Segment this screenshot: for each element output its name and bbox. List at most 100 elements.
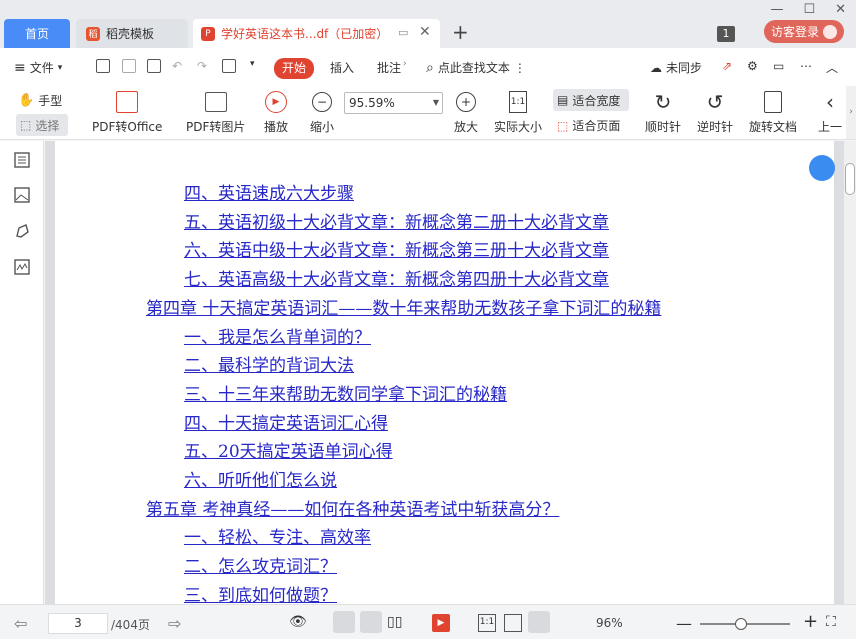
tab-document[interactable]: P 学好英语这本书...df（已加密） ▭ ✕ [193,19,440,48]
toc-section-link[interactable]: 二、怎么攻克词汇？ [184,552,337,577]
toc-section-link[interactable]: 七、英语高级十大必背文章：新概念第四册十大必背文章 [184,265,609,290]
floating-tool-button[interactable] [809,155,835,181]
login-label: 访客登录 [770,25,819,39]
select-tool[interactable]: ⬚ 选择 [16,114,68,136]
actual-size-icon: 1:1 [506,90,530,114]
play-button[interactable]: ▶ 播放 [264,90,288,135]
toc-section-link[interactable]: 一、我是怎么背单词的？ [184,323,371,348]
sync-status[interactable]: ☁ 未同步 [650,59,702,76]
ribbon-scroll-right-icon[interactable]: › [846,86,856,139]
tab-pin-icon[interactable]: ▭ [398,26,408,39]
toc-section-link[interactable]: 五、20天搞定英语单词心得 [184,437,393,462]
new-tab-button[interactable]: + [452,20,469,44]
toc-section-link[interactable]: 六、英语中级十大必背文章：新概念第三册十大必背文章 [184,236,609,261]
document-viewport[interactable]: 四、英语速成六大步骤五、英语初级十大必背文章：新概念第二册十大必背文章 六、英语中… [45,141,844,604]
thumbnail-icon[interactable] [13,186,31,204]
annotation-icon[interactable] [13,222,31,240]
fit-page-button[interactable]: ⬚ 适合页面 [557,117,620,134]
pdf-to-office-icon [115,90,139,114]
total-pages: /404页 [111,618,150,632]
undo-icon[interactable]: ↶ [172,59,182,73]
fit-width-label: 适合宽度 [572,93,621,108]
file-menu[interactable]: ≡ 文件 ▾ [14,59,62,76]
tab-close-icon[interactable]: ✕ [419,24,431,40]
pdf-file-icon: P [201,26,215,41]
gear-icon[interactable]: ⚙ [747,59,758,73]
toc-section-link[interactable]: 一、轻松、专注、高效率 [184,523,371,548]
more-horiz-icon[interactable]: ⋯ [800,59,812,73]
rotate-ccw-label: 逆时针 [697,120,734,134]
print-icon[interactable] [147,59,161,73]
menu-bar: ≡ 文件 ▾ ↶ ↷ ▾ 开始 插入 批注 › ⌕ 点此查找文本 ⋮ ☁ 未同步… [0,48,856,86]
rotate-document-button[interactable]: 旋转文档 [749,90,797,135]
zoom-in-icon: + [454,90,478,114]
toc-section-link[interactable]: 五、英语初级十大必背文章：新概念第二册十大必背文章 [184,208,609,233]
prev-page-arrow-icon[interactable]: ⇦ [14,614,32,633]
zoom-in-small-icon[interactable]: + [803,611,821,632]
pdf-to-office-label: PDF转Office [92,120,163,134]
minimize-icon[interactable]: — [770,2,783,17]
page-number-input[interactable]: 3 [48,613,108,634]
toc-chapter-link[interactable]: 第五章 考神真经——如何在各种英语考试中斩获高分？ [146,495,559,520]
login-button[interactable]: 访客登录 [764,20,844,43]
actual-size-button[interactable]: 1:1 实际大小 [494,90,542,135]
zoom-slider[interactable] [700,618,790,630]
chevron-right-icon[interactable]: › [403,59,407,69]
pdf-to-office-button[interactable]: PDF转Office [92,90,162,135]
sign-icon[interactable] [222,59,236,73]
zoom-select[interactable]: 95.59% ▼ [344,92,443,114]
save-icon[interactable] [122,59,136,73]
continuous-view-icon[interactable] [360,611,382,633]
play-label: 播放 [264,120,289,134]
open-folder-icon[interactable] [96,59,110,73]
search-box[interactable]: ⌕ 点此查找文本 ⋮ [426,59,526,76]
more-menu-icon[interactable]: ▾ [250,59,255,69]
actual-size-small-icon[interactable]: 1:1 [478,614,496,632]
maximize-icon[interactable]: ☐ [803,2,815,17]
pdf-to-image-button[interactable]: PDF转图片 [186,90,245,135]
tab-templates[interactable]: 稻 稻壳模板 [76,19,188,48]
scrollbar-thumb[interactable] [845,163,855,195]
chevron-down-icon: ▾ [57,62,63,73]
toc-section-link[interactable]: 六、听听他们怎么说 [184,466,337,491]
vertical-scrollbar[interactable] [844,141,856,604]
eye-icon[interactable]: 👁 [289,614,307,632]
file-menu-label: 文件 [29,61,54,75]
toc-section-link[interactable]: 二、最科学的背词大法 [184,351,354,376]
single-page-view-icon[interactable] [333,611,355,633]
fullscreen-icon[interactable]: ⛶ [826,614,844,632]
redo-icon[interactable]: ↷ [197,59,207,73]
next-page-arrow-icon[interactable]: ⇨ [168,614,186,633]
fit-width-small-icon[interactable] [528,611,550,633]
zoom-out-button[interactable]: − 缩小 [310,90,334,135]
toc-section-link[interactable]: 四、十天搞定英语词汇心得 [184,409,388,434]
share-icon[interactable]: ⇗ [722,59,732,73]
collapse-ribbon-icon[interactable]: ︿ [826,59,838,76]
prev-page-button[interactable]: ‹ 上一 [818,90,842,135]
toc-chapter-link[interactable]: 第四章 十天搞定英语词汇——数十年来帮助无数孩子拿下词汇的秘籍 [146,294,661,319]
fit-width-button[interactable]: ▤ 适合宽度 [553,89,629,111]
two-page-view-icon[interactable]: ▯▯ [387,614,405,632]
close-window-icon[interactable]: ✕ [835,2,846,17]
actual-size-label: 实际大小 [494,120,543,134]
zoom-in-button[interactable]: + 放大 [454,90,478,135]
rotate-cw-button[interactable]: ↻ 顺时针 [645,90,681,135]
tab-home[interactable]: 首页 [4,19,70,48]
toc-section-link[interactable]: 四、英语速成六大步骤 [184,179,354,204]
zoom-slider-knob[interactable] [734,618,747,630]
play-icon: ▶ [264,90,288,114]
zoom-out-small-icon[interactable]: — [676,614,694,633]
window-count-badge[interactable]: 1 [717,26,735,42]
fit-page-small-icon[interactable] [504,614,522,632]
toc-section-link[interactable]: 三、十三年来帮助无数同学拿下词汇的秘籍 [184,380,507,405]
toc-section-link[interactable]: 三、到底如何做题？ [184,581,337,604]
tab-annotate[interactable]: 批注 [377,59,401,76]
comment-icon[interactable]: ▭ [773,59,784,73]
play-slides-icon[interactable]: ▶ [432,614,450,632]
tab-start[interactable]: 开始 [274,58,314,79]
outline-icon[interactable] [13,151,31,169]
rotate-ccw-button[interactable]: ↺ 逆时针 [697,90,733,135]
signature-icon[interactable] [13,258,31,276]
tab-insert[interactable]: 插入 [330,59,354,76]
hand-tool[interactable]: ✋ 手型 [18,92,62,109]
